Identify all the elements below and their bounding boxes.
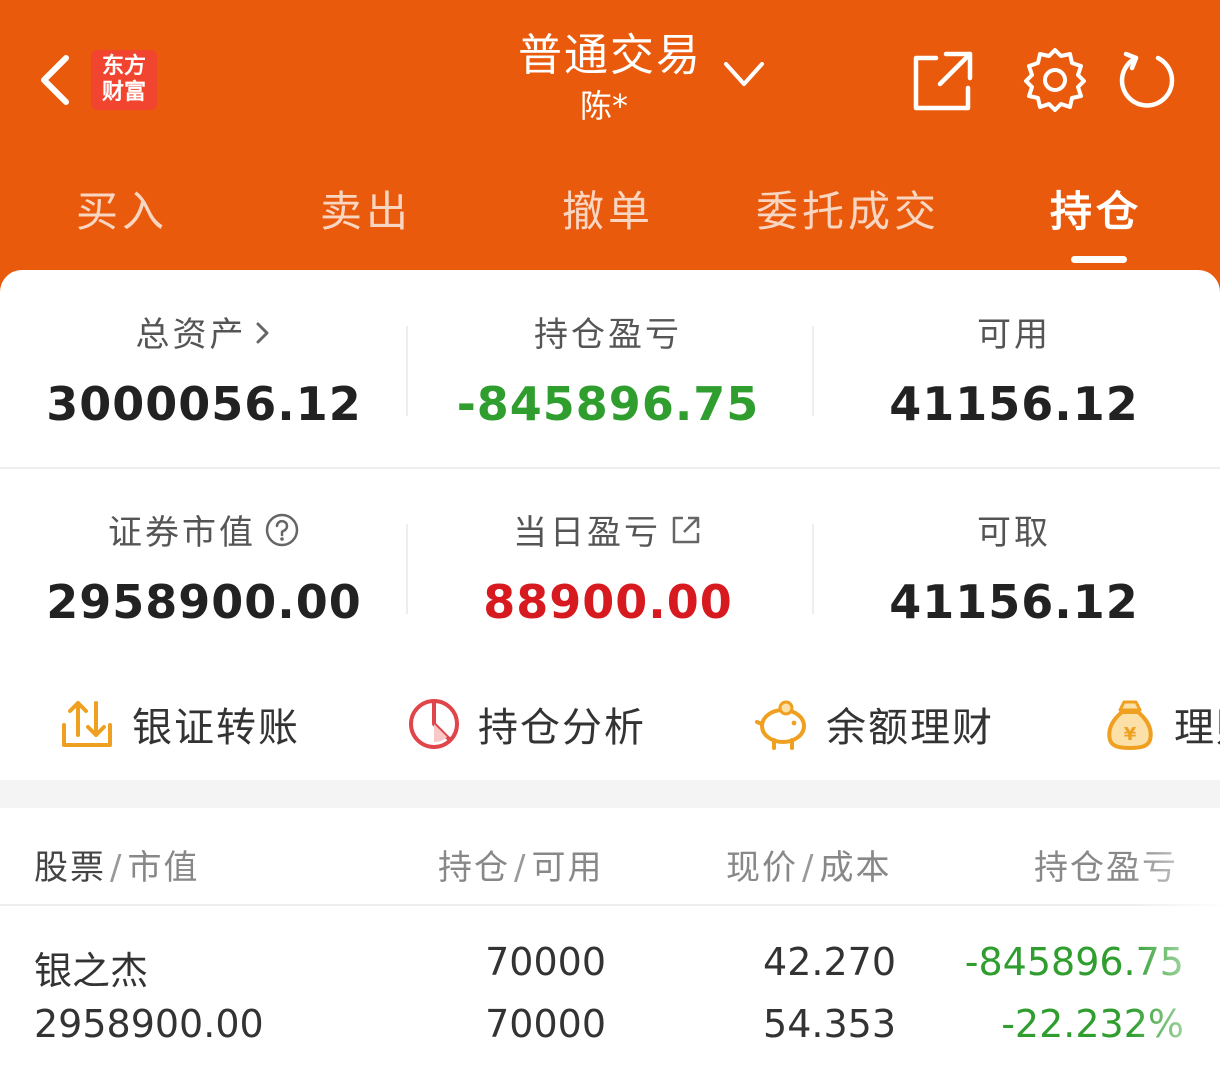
shortcut-balance-wealth[interactable]: 余额理财 — [754, 694, 994, 754]
shortcut-label: 持仓分析 — [478, 705, 646, 751]
trade-tabs: 买入 卖出 撤单 委托成交 持仓 — [0, 170, 1220, 270]
available-value: 41156.12 — [889, 377, 1139, 431]
refresh-icon[interactable] — [1114, 46, 1180, 112]
piggy-bank-icon — [755, 700, 806, 750]
logo-line1: 东方 — [101, 54, 146, 79]
share-icon[interactable] — [910, 46, 976, 112]
withdrawable-label: 可取 — [977, 513, 1051, 553]
withdrawable-block: 可取 41156.12 — [814, 510, 1214, 632]
tab-buy[interactable]: 买入 — [76, 178, 168, 239]
stock-market-value: 2958900.00 — [34, 1002, 264, 1046]
shortcut-position-analysis[interactable]: 持仓分析 — [406, 694, 646, 754]
withdrawable-value: 41156.12 — [889, 575, 1139, 629]
total-assets-label: 总资产 — [4, 312, 404, 358]
app-header: 东方 财富 普通交易 陈* 买入 卖出 撤单 委托成交 持仓 — [0, 0, 1220, 300]
stock-price: 42.270 — [763, 940, 896, 984]
available-label: 可用 — [977, 315, 1051, 355]
positions-table-header: 股票 / 市值 持仓 / 可用 现价 / 成本 持仓盈亏 — [0, 808, 1220, 904]
page-title: 普通交易 — [518, 30, 702, 81]
shortcut-wealth[interactable]: ¥ 理财 — [1102, 694, 1220, 754]
market-value-block: 证券市值 2958900.00 — [4, 510, 404, 632]
col-price-header[interactable]: 现价 / 成本 — [726, 840, 891, 889]
market-value-label: 证券市值 — [4, 510, 404, 556]
market-value-value: 2958900.00 — [46, 575, 362, 629]
active-tab-indicator — [1071, 256, 1127, 263]
shortcut-bank-transfer[interactable]: 银证转账 — [58, 694, 300, 754]
divider — [0, 467, 1220, 469]
position-pnl-value: -845896.75 — [456, 377, 760, 431]
shortcut-label: 余额理财 — [826, 705, 994, 751]
stock-position: 70000 — [485, 940, 606, 984]
shortcut-label: 理财 — [1174, 705, 1220, 751]
logo-line2: 财富 — [101, 80, 146, 105]
col-pnl-header[interactable]: 持仓盈亏 — [1034, 840, 1178, 889]
back-arrow-icon[interactable] — [36, 50, 76, 110]
chevron-down-icon[interactable] — [722, 58, 766, 90]
position-pnl-block: 持仓盈亏 -845896.75 — [408, 312, 808, 434]
total-assets-block[interactable]: 总资产 3000056.12 — [4, 312, 404, 434]
tab-orders[interactable]: 委托成交 — [756, 178, 940, 239]
pie-chart-icon — [409, 699, 459, 749]
stock-name: 银之杰 — [34, 949, 149, 993]
app-logo: 东方 财富 — [91, 50, 157, 110]
position-pnl-label: 持仓盈亏 — [534, 315, 682, 355]
account-switcher[interactable]: 普通交易 陈* — [480, 28, 740, 128]
help-icon[interactable] — [264, 512, 300, 548]
account-name: 陈* — [579, 87, 628, 125]
daily-pnl-block[interactable]: 当日盈亏 88900.00 — [408, 510, 808, 632]
shortcut-label: 银证转账 — [132, 705, 300, 751]
daily-pnl-value: 88900.00 — [483, 575, 733, 629]
gear-icon[interactable] — [1022, 46, 1088, 112]
available-block: 可用 41156.12 — [814, 312, 1214, 434]
svg-text:¥: ¥ — [1124, 724, 1137, 745]
stock-cost: 54.353 — [763, 1002, 896, 1046]
tab-cancel[interactable]: 撤单 — [562, 178, 654, 239]
section-gap — [0, 780, 1220, 808]
col-stock-header[interactable]: 股票 / 市值 — [34, 840, 199, 889]
stock-available: 70000 — [485, 1002, 606, 1046]
stock-pnl-percent: -22.232% — [1001, 1002, 1184, 1046]
table-row[interactable]: 银之杰 2958900.00 70000 70000 42.270 54.353… — [0, 906, 1220, 1076]
tab-positions[interactable]: 持仓 — [1050, 178, 1142, 239]
chevron-right-icon — [256, 322, 268, 344]
daily-pnl-label: 当日盈亏 — [408, 510, 808, 556]
external-link-icon — [672, 516, 700, 544]
transfer-icon — [62, 701, 112, 747]
tab-sell[interactable]: 卖出 — [320, 178, 412, 239]
total-assets-value: 3000056.12 — [46, 377, 362, 431]
col-position-header[interactable]: 持仓 / 可用 — [438, 840, 603, 889]
stock-pnl: -845896.75 — [964, 940, 1184, 984]
money-bag-icon: ¥ — [1107, 700, 1153, 750]
